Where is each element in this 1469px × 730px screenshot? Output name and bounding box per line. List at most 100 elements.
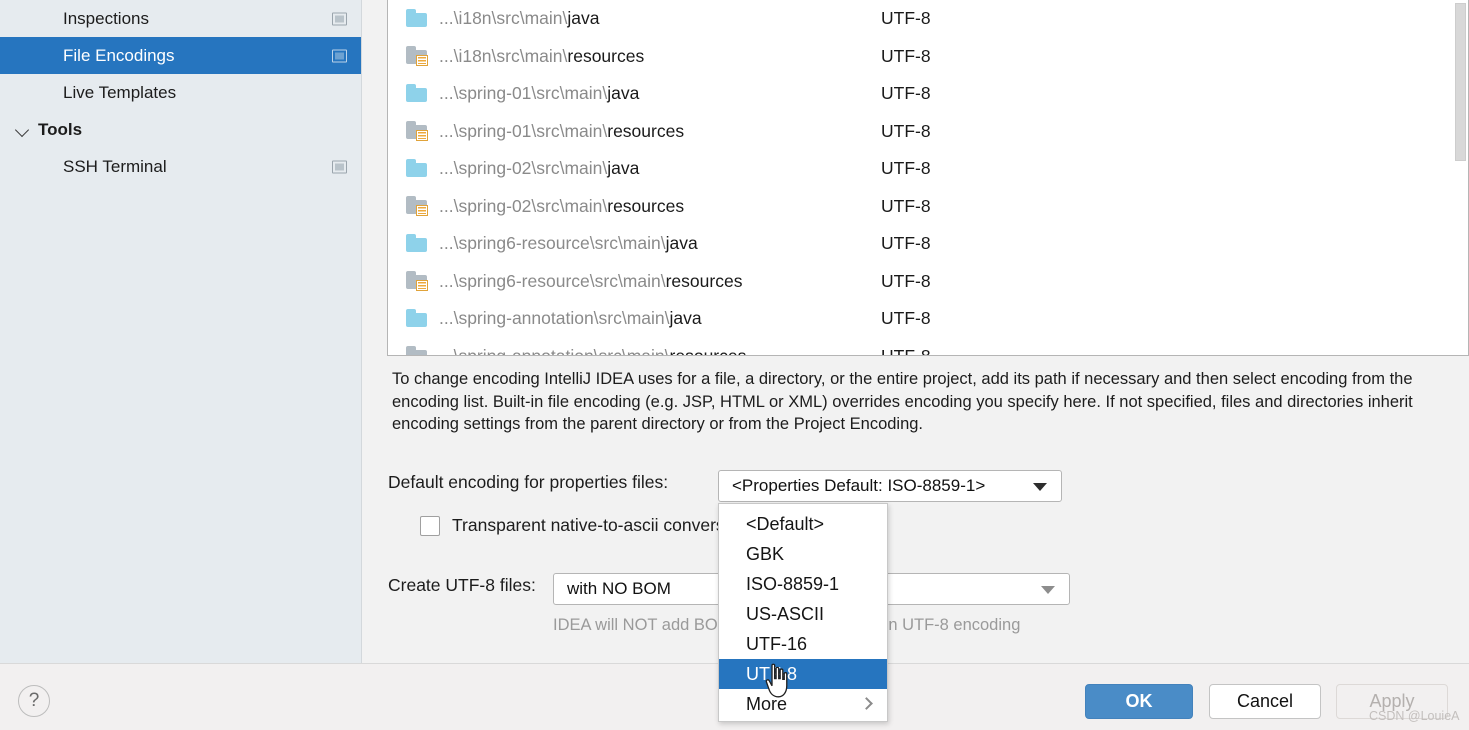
file-encoding-value: UTF-8 [881,120,931,141]
encoding-file-rows: ...\i18n\src\main\java UTF-8 ...\i18n\src\… [388,0,1468,356]
menu-item-utf-16[interactable]: UTF-16 [719,629,887,659]
source-folder-icon [405,8,431,29]
transparent-native-to-ascii-row[interactable]: Transparent native-to-ascii conversion [420,515,748,536]
sidebar-tree: Inspections File Encodings Live Templates T… [0,0,361,185]
file-encoding-value: UTF-8 [881,270,931,291]
file-path-prefix: ...\spring-annotation\src\main\ [439,308,670,329]
sidebar-item-label: Inspections [63,8,149,28]
table-row[interactable]: ...\spring-annotation\src\main\resources… [388,338,1468,356]
table-row[interactable]: ...\i18n\src\main\resources UTF-8 [388,38,1468,76]
source-folder-icon [405,308,431,329]
properties-encoding-value: <Properties Default: ISO-8859-1> [732,476,986,495]
file-encoding-value: UTF-8 [881,45,931,66]
menu-item-utf-8[interactable]: UTF-8 [719,659,887,689]
create-utf8-files-row: Create UTF-8 files: with NO BOM [362,573,1469,605]
encoding-dropdown-popup[interactable]: <Default> GBK ISO-8859-1 US-ASCII UTF-16 UTF-… [718,503,888,722]
cancel-button[interactable]: Cancel [1209,684,1321,719]
properties-encoding-row: Default encoding for properties files: <… [362,470,1469,502]
file-path-leaf: resources [607,195,685,216]
encoding-description: To change encoding IntelliJ IDEA uses fo… [392,370,1413,433]
chevron-down-icon [1033,483,1047,491]
help-button[interactable]: ? [18,685,50,717]
sidebar-item-label: Tools [38,119,83,139]
table-row[interactable]: ...\spring-annotation\src\main\java UTF-8 [388,300,1468,338]
create-utf8-files-value: with NO BOM [567,579,671,598]
menu-item-label: GBK [746,543,785,564]
table-row[interactable]: ...\spring-01\src\main\resources UTF-8 [388,113,1468,151]
file-path-leaf: resources [669,345,747,356]
resources-folder-icon [405,196,431,217]
file-path-leaf: resources [607,120,685,141]
settings-sidebar: Inspections File Encodings Live Templates T… [0,0,362,663]
resources-folder-icon [405,271,431,292]
menu-item-more[interactable]: More [719,689,887,719]
encoding-file-table[interactable]: ...\i18n\src\main\java UTF-8 ...\i18n\src\… [387,0,1469,356]
properties-encoding-label: Default encoding for properties files: [388,472,669,492]
file-path-leaf: resources [567,45,645,66]
table-row[interactable]: ...\spring-01\src\main\java UTF-8 [388,75,1468,113]
file-path-prefix: ...\spring-02\src\main\ [439,158,608,179]
resources-folder-icon [405,46,431,67]
menu-item-default[interactable]: <Default> [719,509,887,539]
menu-item-us-ascii[interactable]: US-ASCII [719,599,887,629]
sidebar-item-file-encodings[interactable]: File Encodings [0,37,361,74]
file-path: ...\spring6-resource\src\main\resources [439,271,742,292]
file-table-scrollbar[interactable] [1454,1,1467,354]
file-encoding-value: UTF-8 [881,233,931,254]
chevron-right-icon [862,699,871,708]
file-encoding-value: UTF-8 [881,158,931,179]
table-row[interactable]: ...\i18n\src\main\java UTF-8 [388,0,1468,38]
file-path-prefix: ...\spring-annotation\src\main\ [439,345,670,356]
transparent-native-to-ascii-checkbox[interactable] [420,515,440,536]
resources-folder-icon [405,121,431,142]
menu-item-label: ISO-8859-1 [746,573,840,594]
file-path-prefix: ...\spring6-resource\src\main\ [439,233,666,254]
sidebar-item-live-templates[interactable]: Live Templates [0,74,361,111]
menu-item-iso-8859-1[interactable]: ISO-8859-1 [719,569,887,599]
table-row[interactable]: ...\spring-02\src\main\resources UTF-8 [388,188,1468,226]
file-path-prefix: ...\i18n\src\main\ [439,45,568,66]
file-path: ...\spring-02\src\main\java [439,158,639,179]
file-path: ...\spring-annotation\src\main\java [439,308,702,329]
menu-item-gbk[interactable]: GBK [719,539,887,569]
menu-item-label: US-ASCII [746,603,825,624]
file-path-leaf: resources [665,270,743,291]
file-path-leaf: java [567,8,600,29]
sidebar-item-tools[interactable]: Tools [0,111,361,148]
resources-folder-icon [405,346,431,355]
encoding-dropdown-list: <Default> GBK ISO-8859-1 US-ASCII UTF-16 UTF-… [719,509,887,719]
modified-settings-icon [332,160,347,173]
menu-item-label: More [746,693,788,714]
file-path-leaf: java [669,308,702,329]
menu-item-label: <Default> [746,513,825,534]
file-table-scrollbar-thumb[interactable] [1455,3,1466,161]
file-path: ...\i18n\src\main\resources [439,46,644,67]
chevron-down-icon[interactable] [16,123,30,137]
file-encoding-value: UTF-8 [881,83,931,104]
properties-encoding-combobox[interactable]: <Properties Default: ISO-8859-1> [718,470,1062,502]
file-path: ...\spring-annotation\src\main\resources [439,345,747,356]
file-path: ...\i18n\src\main\java [439,8,600,29]
file-encoding-value: UTF-8 [881,195,931,216]
menu-item-label: UTF-8 [746,663,797,684]
sidebar-item-inspections[interactable]: Inspections [0,0,361,37]
ok-button[interactable]: OK [1085,684,1193,719]
watermark: CSDN @LouieA [1369,709,1460,723]
file-path-prefix: ...\spring-01\src\main\ [439,120,608,141]
create-utf8-files-label: Create UTF-8 files: [388,575,536,595]
file-path-prefix: ...\spring6-resource\src\main\ [439,270,666,291]
sidebar-item-label: File Encodings [63,45,175,65]
file-encoding-value: UTF-8 [881,308,931,329]
table-row[interactable]: ...\spring6-resource\src\main\resources U… [388,263,1468,301]
sidebar-item-ssh-terminal[interactable]: SSH Terminal [0,148,361,185]
source-folder-icon [405,158,431,179]
file-path: ...\spring6-resource\src\main\java [439,233,698,254]
file-encodings-panel: ...\i18n\src\main\java UTF-8 ...\i18n\src\… [362,0,1469,663]
file-path-prefix: ...\i18n\src\main\ [439,8,568,29]
sidebar-item-label: SSH Terminal [63,156,167,176]
table-row[interactable]: ...\spring-02\src\main\java UTF-8 [388,150,1468,188]
transparent-native-to-ascii-label: Transparent native-to-ascii conversion [452,515,749,535]
settings-dialog: Inspections File Encodings Live Templates T… [0,0,1469,730]
file-path-leaf: java [607,158,640,179]
table-row[interactable]: ...\spring6-resource\src\main\java UTF-8 [388,225,1468,263]
